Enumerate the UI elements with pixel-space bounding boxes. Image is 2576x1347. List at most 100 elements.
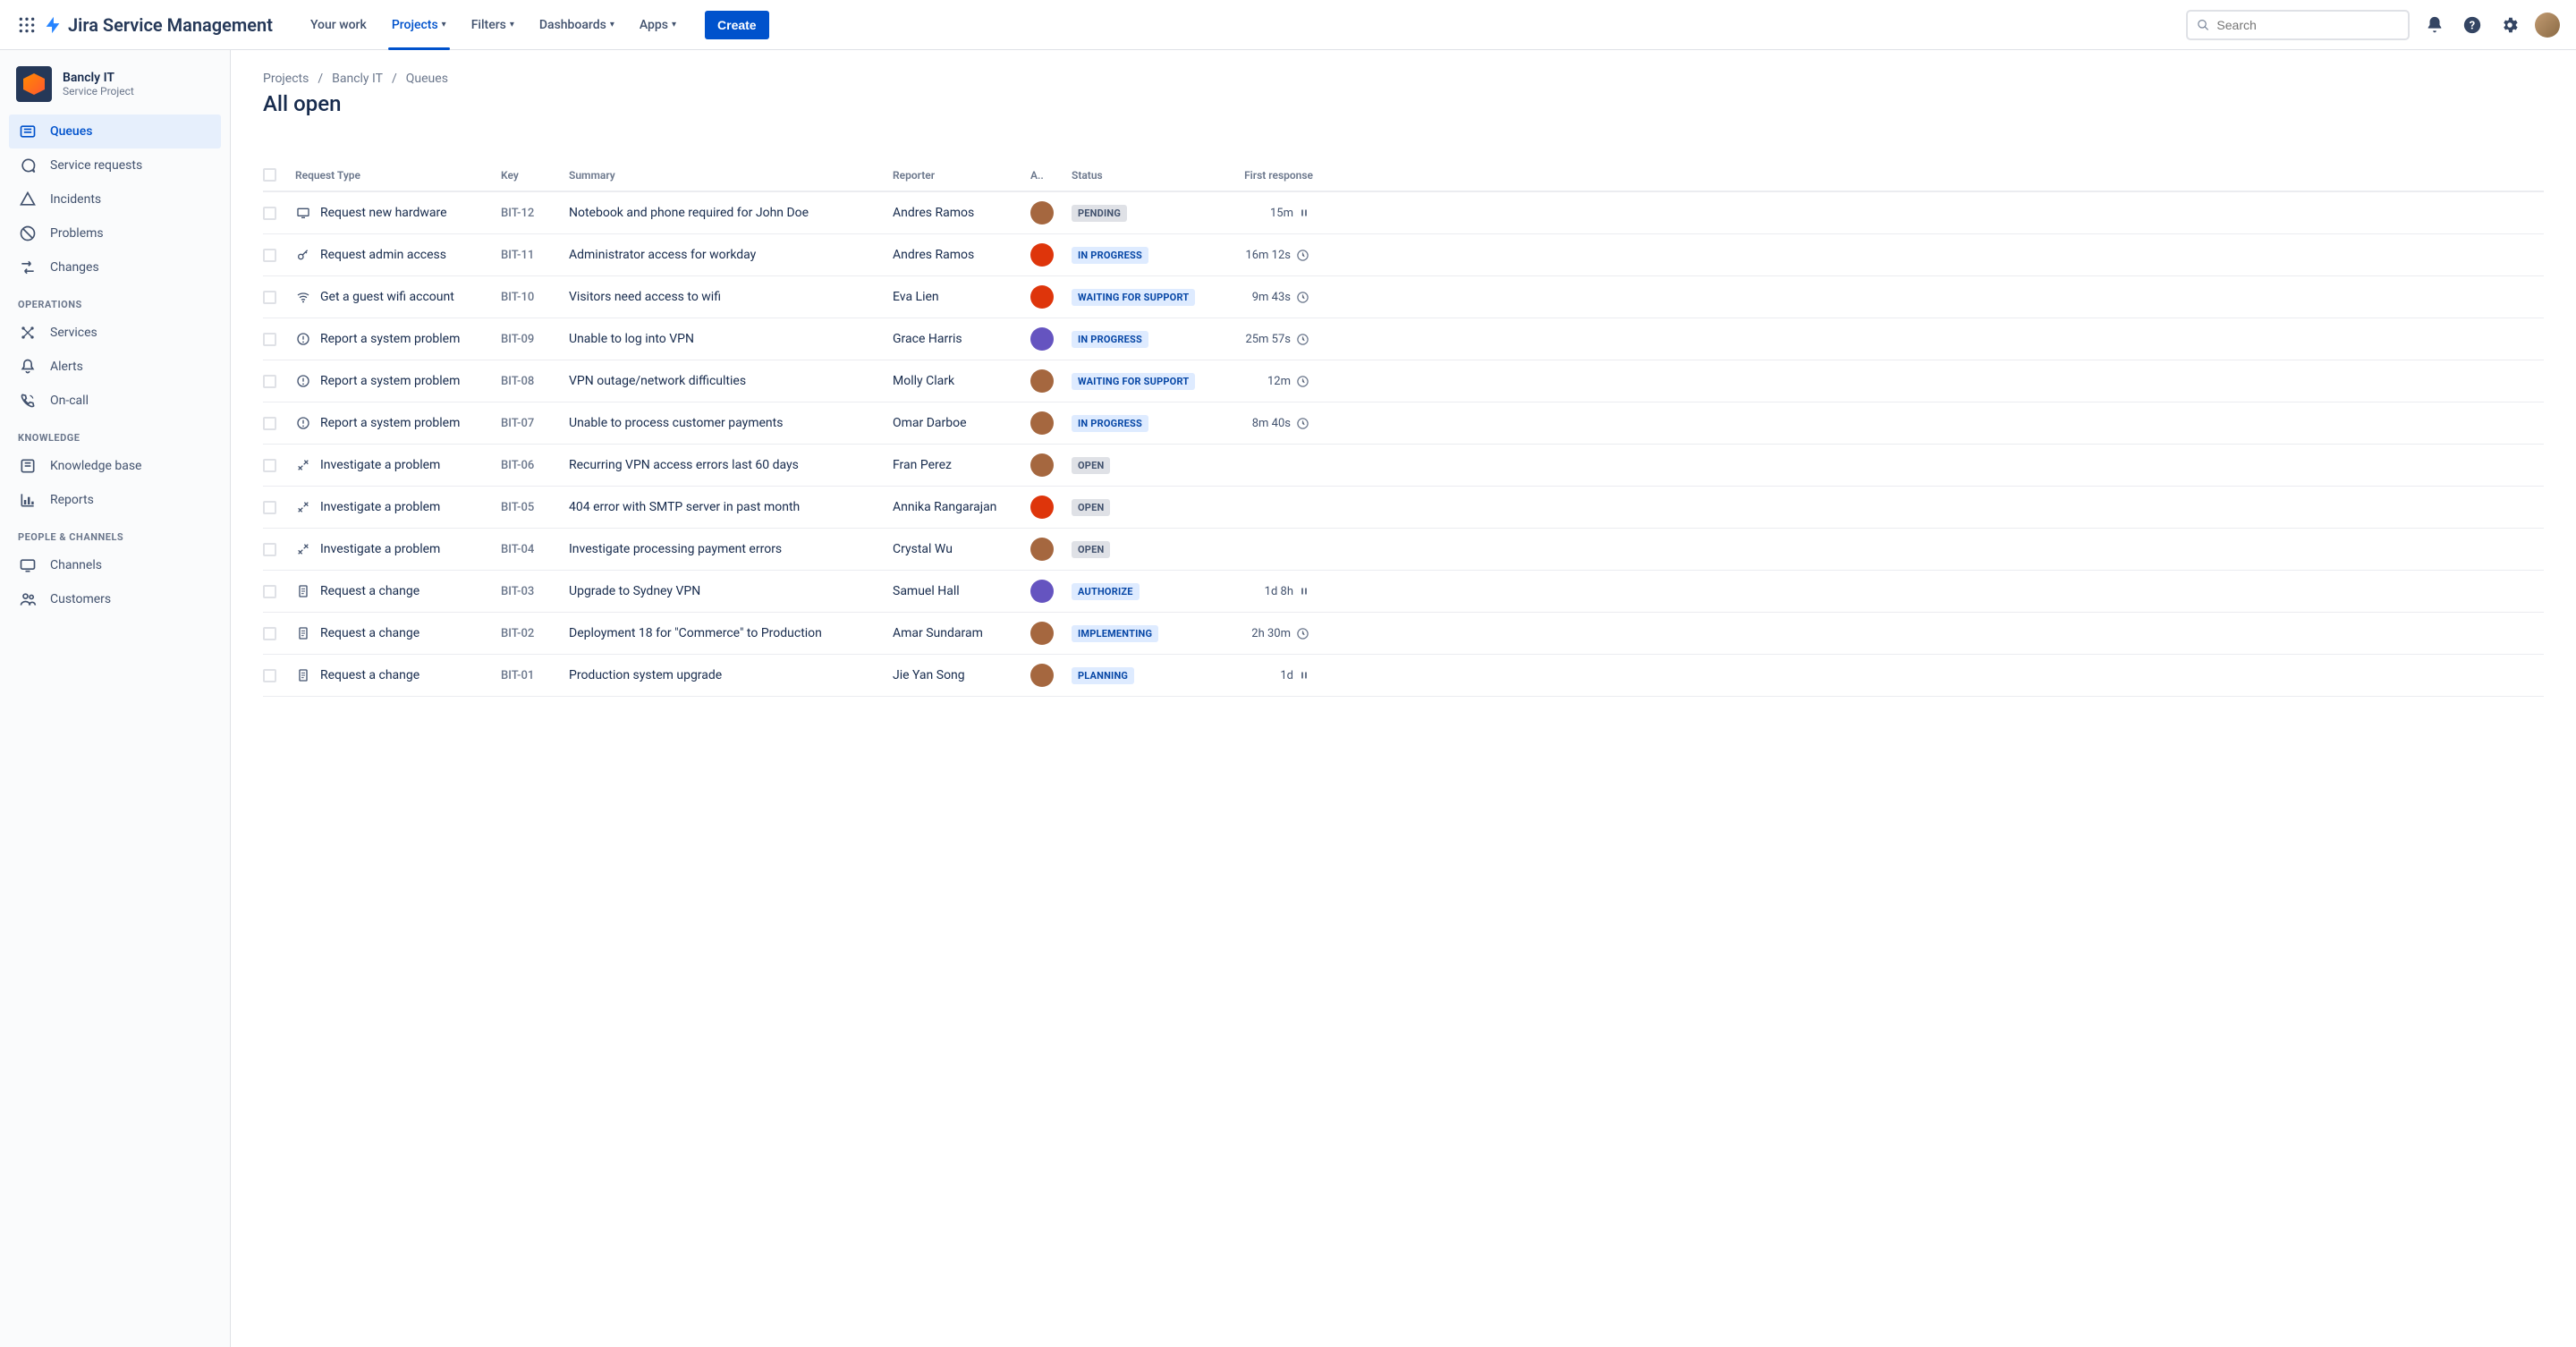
issue-key[interactable]: BIT-11 — [501, 249, 569, 262]
assignee-avatar[interactable] — [1030, 369, 1054, 393]
issue-key[interactable]: BIT-01 — [501, 669, 569, 682]
issue-key[interactable]: BIT-09 — [501, 333, 569, 346]
issue-key[interactable]: BIT-06 — [501, 459, 569, 472]
col-assignee[interactable]: A.. — [1030, 169, 1072, 182]
col-request-type[interactable]: Request Type — [295, 169, 501, 182]
reporter-name[interactable]: Jie Yan Song — [893, 668, 1030, 682]
status-badge[interactable]: IN PROGRESS — [1072, 331, 1148, 348]
col-key[interactable]: Key — [501, 169, 569, 182]
col-first-response[interactable]: First response — [1224, 169, 1313, 182]
row-checkbox[interactable] — [263, 333, 276, 346]
nav-apps[interactable]: Apps▾ — [631, 0, 685, 50]
reporter-name[interactable]: Omar Darboe — [893, 416, 1030, 430]
assignee-avatar[interactable] — [1030, 327, 1054, 351]
settings-icon[interactable] — [2497, 13, 2522, 38]
table-row[interactable]: Request a change BIT-02 Deployment 18 fo… — [263, 613, 2544, 655]
issue-key[interactable]: BIT-02 — [501, 627, 569, 640]
table-row[interactable]: Request a change BIT-03 Upgrade to Sydne… — [263, 571, 2544, 613]
table-row[interactable]: Request a change BIT-01 Production syste… — [263, 655, 2544, 697]
table-row[interactable]: Get a guest wifi account BIT-10 Visitors… — [263, 276, 2544, 318]
issue-summary[interactable]: Production system upgrade — [569, 668, 893, 682]
status-badge[interactable]: OPEN — [1072, 541, 1110, 558]
issue-summary[interactable]: Visitors need access to wifi — [569, 290, 893, 304]
status-badge[interactable]: WAITING FOR SUPPORT — [1072, 373, 1195, 390]
issue-key[interactable]: BIT-05 — [501, 501, 569, 514]
row-checkbox[interactable] — [263, 585, 276, 598]
profile-avatar[interactable] — [2535, 13, 2560, 38]
assignee-avatar[interactable] — [1030, 453, 1054, 477]
assignee-avatar[interactable] — [1030, 285, 1054, 309]
reporter-name[interactable]: Annika Rangarajan — [893, 500, 1030, 514]
sidebar-item-knowledge-base[interactable]: Knowledge base — [9, 449, 221, 483]
sidebar-item-service-requests[interactable]: Service requests — [9, 148, 221, 182]
reporter-name[interactable]: Molly Clark — [893, 374, 1030, 388]
search-input[interactable] — [2216, 18, 2399, 32]
issue-key[interactable]: BIT-07 — [501, 417, 569, 430]
product-logo[interactable]: Jira Service Management — [43, 14, 273, 36]
reporter-name[interactable]: Andres Ramos — [893, 206, 1030, 220]
sidebar-item-problems[interactable]: Problems — [9, 216, 221, 250]
status-badge[interactable]: OPEN — [1072, 457, 1110, 474]
nav-projects[interactable]: Projects▾ — [383, 0, 455, 50]
sidebar-item-channels[interactable]: Channels — [9, 548, 221, 582]
issue-summary[interactable]: Recurring VPN access errors last 60 days — [569, 458, 893, 472]
row-checkbox[interactable] — [263, 501, 276, 514]
issue-summary[interactable]: Administrator access for workday — [569, 248, 893, 262]
assignee-avatar[interactable] — [1030, 580, 1054, 603]
notifications-icon[interactable] — [2422, 13, 2447, 38]
table-row[interactable]: Investigate a problem BIT-04 Investigate… — [263, 529, 2544, 571]
reporter-name[interactable]: Samuel Hall — [893, 584, 1030, 598]
row-checkbox[interactable] — [263, 459, 276, 472]
sidebar-item-queues[interactable]: Queues — [9, 114, 221, 148]
status-badge[interactable]: OPEN — [1072, 499, 1110, 516]
assignee-avatar[interactable] — [1030, 201, 1054, 224]
table-row[interactable]: Investigate a problem BIT-06 Recurring V… — [263, 445, 2544, 487]
reporter-name[interactable]: Crystal Wu — [893, 542, 1030, 556]
table-row[interactable]: Request admin access BIT-11 Administrato… — [263, 234, 2544, 276]
assignee-avatar[interactable] — [1030, 496, 1054, 519]
issue-key[interactable]: BIT-04 — [501, 543, 569, 556]
issue-summary[interactable]: Notebook and phone required for John Doe — [569, 206, 893, 220]
breadcrumb-project[interactable]: Bancly IT — [332, 72, 383, 86]
table-row[interactable]: Report a system problem BIT-08 VPN outag… — [263, 360, 2544, 402]
reporter-name[interactable]: Eva Lien — [893, 290, 1030, 304]
table-row[interactable]: Report a system problem BIT-07 Unable to… — [263, 402, 2544, 445]
help-icon[interactable]: ? — [2460, 13, 2485, 38]
reporter-name[interactable]: Andres Ramos — [893, 248, 1030, 262]
col-reporter[interactable]: Reporter — [893, 169, 1030, 182]
sidebar-item-changes[interactable]: Changes — [9, 250, 221, 284]
status-badge[interactable]: PENDING — [1072, 205, 1127, 222]
status-badge[interactable]: IMPLEMENTING — [1072, 625, 1158, 642]
status-badge[interactable]: AUTHORIZE — [1072, 583, 1140, 600]
row-checkbox[interactable] — [263, 291, 276, 304]
col-status[interactable]: Status — [1072, 169, 1224, 182]
select-all-checkbox[interactable] — [263, 168, 276, 182]
create-button[interactable]: Create — [705, 11, 769, 39]
table-row[interactable]: Report a system problem BIT-09 Unable to… — [263, 318, 2544, 360]
reporter-name[interactable]: Fran Perez — [893, 458, 1030, 472]
status-badge[interactable]: WAITING FOR SUPPORT — [1072, 289, 1195, 306]
status-badge[interactable]: IN PROGRESS — [1072, 247, 1148, 264]
sidebar-item-incidents[interactable]: Incidents — [9, 182, 221, 216]
issue-summary[interactable]: Investigate processing payment errors — [569, 542, 893, 556]
reporter-name[interactable]: Grace Harris — [893, 332, 1030, 346]
issue-summary[interactable]: Unable to process customer payments — [569, 416, 893, 430]
row-checkbox[interactable] — [263, 543, 276, 556]
sidebar-item-reports[interactable]: Reports — [9, 483, 221, 517]
reporter-name[interactable]: Amar Sundaram — [893, 626, 1030, 640]
col-summary[interactable]: Summary — [569, 169, 893, 182]
row-checkbox[interactable] — [263, 249, 276, 262]
issue-key[interactable]: BIT-12 — [501, 207, 569, 220]
issue-key[interactable]: BIT-10 — [501, 291, 569, 304]
status-badge[interactable]: PLANNING — [1072, 667, 1134, 684]
issue-key[interactable]: BIT-08 — [501, 375, 569, 388]
app-switcher-icon[interactable] — [16, 14, 38, 36]
assignee-avatar[interactable] — [1030, 243, 1054, 267]
nav-your-work[interactable]: Your work — [301, 0, 376, 50]
issue-summary[interactable]: Deployment 18 for "Commerce" to Producti… — [569, 626, 893, 640]
assignee-avatar[interactable] — [1030, 664, 1054, 687]
row-checkbox[interactable] — [263, 417, 276, 430]
breadcrumb-projects[interactable]: Projects — [263, 72, 309, 86]
project-header[interactable]: Bancly IT Service Project — [9, 66, 221, 114]
status-badge[interactable]: IN PROGRESS — [1072, 415, 1148, 432]
